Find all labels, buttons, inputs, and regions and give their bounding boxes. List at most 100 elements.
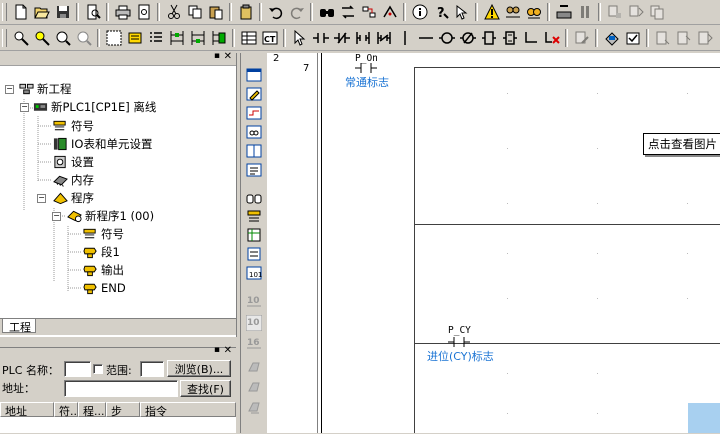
tree-node-symbols[interactable]: 符号 [52, 117, 94, 135]
tree-node-output[interactable]: 输出 [82, 261, 124, 279]
expand-toggle[interactable]: − [52, 212, 61, 221]
mode-program-icon[interactable] [554, 3, 573, 22]
print-preview-icon[interactable] [83, 3, 102, 22]
jump-icon[interactable] [380, 3, 399, 22]
list-icon[interactable] [146, 29, 165, 48]
vertical-line-icon[interactable] [395, 29, 414, 48]
column-header-symbol[interactable]: 符... [54, 402, 81, 418]
zoom-icon[interactable] [11, 29, 30, 48]
cursor-selection[interactable] [688, 403, 720, 433]
find-icon[interactable] [317, 3, 336, 22]
tree-node-program-symbols[interactable]: 符号 [82, 225, 124, 243]
view-image-tooltip[interactable]: 点击查看图片 [643, 133, 720, 155]
column-header-program[interactable]: 程... [78, 402, 106, 418]
toolbar-grip[interactable] [2, 29, 7, 47]
edit-window-icon[interactable] [246, 86, 262, 102]
select-pointer-icon[interactable] [290, 29, 309, 48]
monitor-icon[interactable] [524, 3, 543, 22]
instruction-nc-icon[interactable] [500, 29, 519, 48]
no-contact-p-on[interactable] [355, 63, 377, 73]
range-checkbox[interactable] [93, 364, 103, 374]
expand-toggle[interactable]: − [20, 103, 29, 112]
undo-icon[interactable] [266, 3, 285, 22]
copy-icon[interactable] [185, 3, 204, 22]
output-window-icon[interactable] [246, 246, 262, 262]
tree-node-programs[interactable]: 程序 [52, 189, 94, 207]
transfer-icon[interactable] [605, 3, 624, 22]
transfer-from-icon[interactable] [626, 3, 645, 22]
help-icon[interactable]: ? [431, 3, 450, 22]
browse-button[interactable]: 浏览(B)... [167, 360, 231, 377]
ladder-mnemonic-icon[interactable] [188, 29, 207, 48]
task-run-icon[interactable] [695, 29, 714, 48]
search-results-list[interactable] [0, 417, 236, 433]
task-icon[interactable] [653, 29, 672, 48]
cut-icon[interactable] [164, 3, 183, 22]
data-trace-icon[interactable]: 101 [246, 265, 262, 281]
comment-icon[interactable] [125, 29, 144, 48]
ct-icon[interactable]: CT [260, 29, 279, 48]
or-contact-icon[interactable] [353, 29, 372, 48]
or-nc-contact-icon[interactable] [374, 29, 393, 48]
replace-icon[interactable] [338, 3, 357, 22]
tree-node-memory[interactable]: 内存 [52, 171, 94, 189]
window-icon[interactable] [246, 67, 262, 83]
toolbar-grip[interactable] [2, 3, 7, 21]
zoom-out-icon[interactable] [53, 29, 72, 48]
expand-toggle[interactable]: − [5, 85, 14, 94]
pause-icon[interactable] [575, 3, 594, 22]
page-setup-icon[interactable] [134, 3, 153, 22]
ladder-editor[interactable]: 2 7 P_On 常通标志 P_CY 进位(CY)标志 点击查看图片 [267, 53, 720, 433]
cross-reference-icon[interactable] [359, 3, 378, 22]
tree-node-io-table[interactable]: IO表和单元设置 [52, 135, 152, 153]
properties-icon[interactable] [410, 3, 429, 22]
save-icon[interactable] [53, 3, 72, 22]
horizontal-line-icon[interactable] [416, 29, 435, 48]
print-icon[interactable] [113, 3, 132, 22]
nc-coil-icon[interactable] [458, 29, 477, 48]
new-file-icon[interactable] [11, 3, 30, 22]
grid-icon[interactable] [104, 29, 123, 48]
no-contact-icon[interactable] [311, 29, 330, 48]
coil-icon[interactable] [437, 29, 456, 48]
range-select[interactable] [140, 361, 164, 377]
reset-icon[interactable] [246, 379, 262, 395]
ladder-view-icon[interactable] [167, 29, 186, 48]
close-icon[interactable]: ✕ [224, 345, 232, 356]
link-window-icon[interactable] [246, 124, 262, 140]
column-header-step[interactable]: 步 [106, 402, 140, 418]
address-input[interactable] [64, 380, 178, 397]
warning-icon[interactable] [482, 3, 501, 22]
find-button[interactable]: 查找(F) [180, 380, 231, 397]
line-connect-icon[interactable] [521, 29, 540, 48]
open-folder-icon[interactable] [32, 3, 51, 22]
tree-node-plc[interactable]: 新PLC1[CP1E] 离线 [32, 98, 156, 116]
tree-node-settings[interactable]: 设置 [52, 153, 94, 171]
symbol-table-icon[interactable] [246, 208, 262, 224]
watch-window-icon[interactable] [246, 162, 262, 178]
memory-map-icon[interactable] [246, 227, 262, 243]
tree-node-project[interactable]: 新工程 [18, 80, 72, 98]
pin-icon[interactable]: ▪ [214, 345, 220, 355]
column-header-address[interactable]: 地址 [0, 402, 54, 418]
pin-icon[interactable]: ▪ [214, 51, 220, 61]
paste-icon[interactable] [206, 3, 225, 22]
context-help-icon[interactable] [452, 3, 471, 22]
force-icon[interactable] [246, 399, 262, 415]
compare-icon[interactable] [647, 3, 666, 22]
plc-name-field[interactable] [64, 361, 91, 377]
zoom-fit-icon[interactable] [74, 29, 93, 48]
numeric-10-alt-icon[interactable]: 10 [246, 315, 262, 331]
compile-all-icon[interactable] [623, 29, 642, 48]
set-icon[interactable] [246, 359, 262, 375]
numeric-16-icon[interactable]: 16 [246, 335, 262, 351]
online-edit-icon[interactable] [572, 29, 591, 48]
column-header-instruction[interactable]: 指令 [140, 402, 236, 418]
close-icon[interactable]: ✕ [224, 51, 232, 62]
binoculars-icon[interactable] [246, 189, 262, 205]
redo-icon[interactable] [287, 3, 306, 22]
compile-icon[interactable] [602, 29, 621, 48]
diagram-icon[interactable] [246, 105, 262, 121]
numeric-10-icon[interactable]: 10 [246, 293, 262, 309]
expand-toggle[interactable]: − [37, 194, 46, 203]
